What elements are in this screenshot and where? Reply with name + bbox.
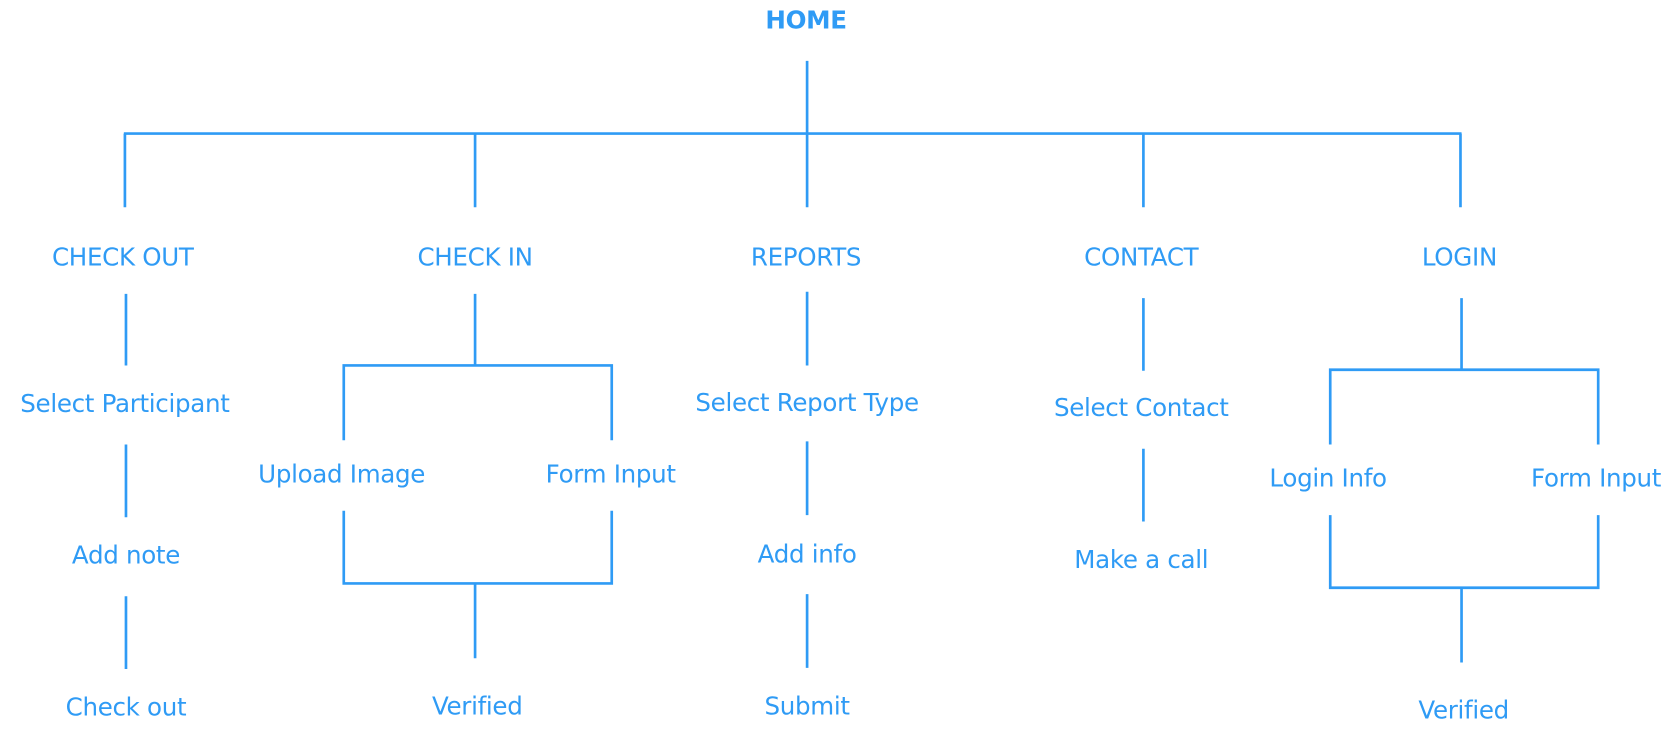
node-home: HOME [765, 6, 847, 35]
node-login: LOGIN [1421, 244, 1498, 272]
node-select-participant: Select Participant [20, 390, 230, 419]
node-select-report-type: Select Report Type [695, 389, 919, 418]
node-upload-image: Upload Image [258, 461, 426, 489]
node-contact: CONTACT [1084, 244, 1199, 272]
connector-login-merge [1328, 515, 1600, 590]
connector-checkin-merge [342, 510, 614, 585]
node-check-out-final: Check out [65, 694, 187, 722]
node-login-verified: Verified [1418, 697, 1509, 726]
node-select-contact: Select Contact [1053, 394, 1229, 423]
connector-checkin-split [342, 364, 614, 441]
node-check-out: CHECK OUT [51, 244, 194, 272]
node-checkin-verified: Verified [431, 692, 523, 721]
node-add-note: Add note [71, 542, 181, 571]
connector-login-split [1328, 368, 1600, 445]
node-login-form-input: Form Input [1531, 465, 1662, 494]
node-add-info: Add info [757, 541, 857, 570]
node-login-info: Login Info [1269, 465, 1387, 494]
connector-lines [123, 60, 1600, 669]
node-make-a-call: Make a call [1074, 546, 1209, 575]
node-reports: REPORTS [750, 244, 862, 272]
node-submit: Submit [764, 692, 851, 721]
sitemap-diagram: HOME CHECK OUT CHECK IN REPORTS CONTACT … [0, 0, 1674, 732]
node-check-in: CHECK IN [417, 244, 533, 272]
node-checkin-form-input: Form Input [545, 461, 676, 489]
